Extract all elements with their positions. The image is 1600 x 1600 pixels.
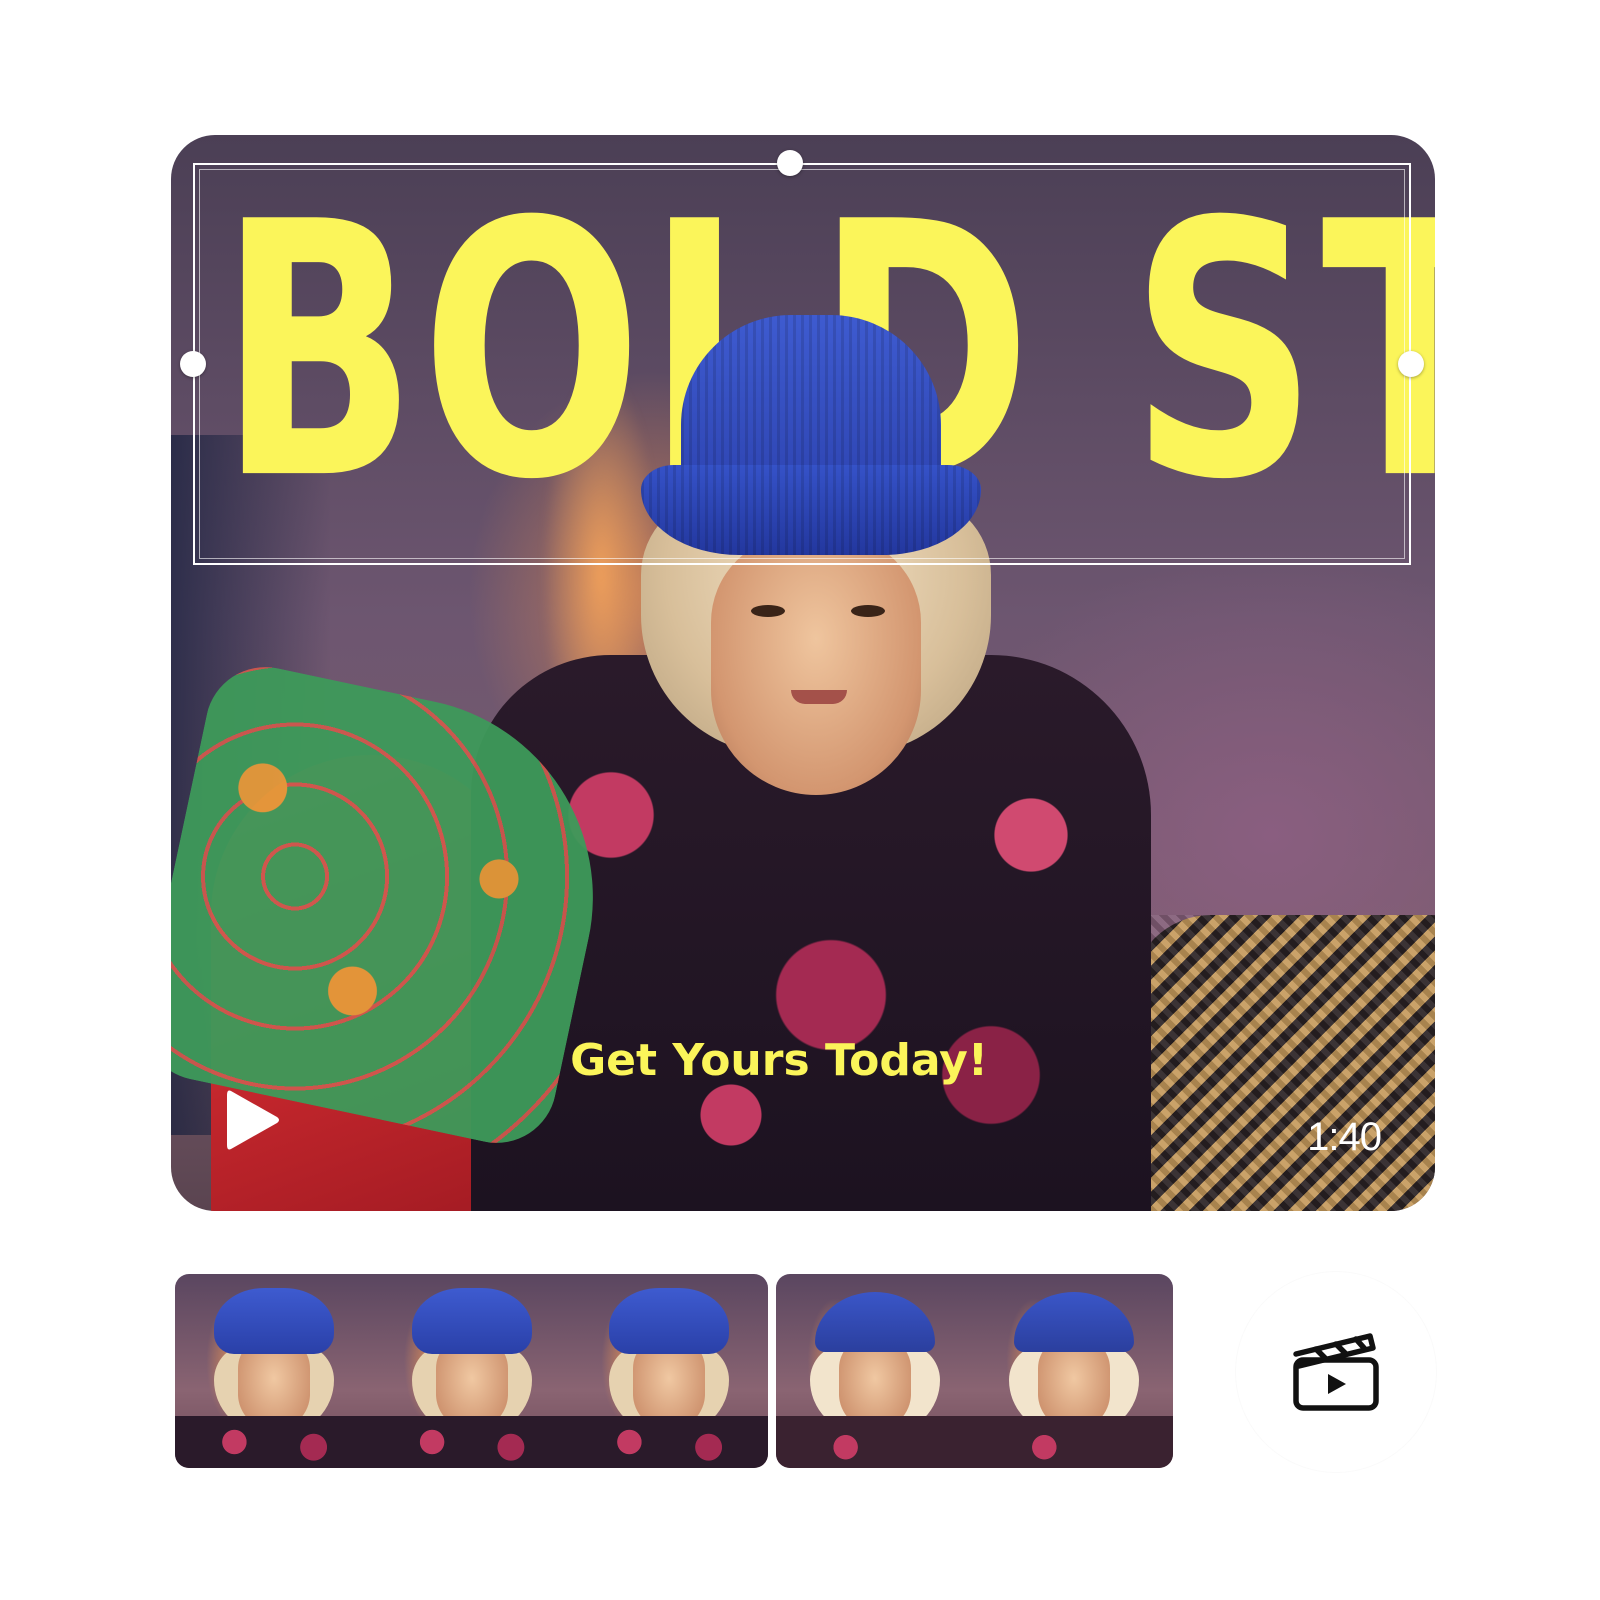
- resize-handle-left[interactable]: [180, 351, 206, 377]
- video-editor-canvas: BOLD STYLE Get Yours Today! 1:40: [0, 0, 1600, 1600]
- clip-thumbnail: [372, 1274, 571, 1468]
- video-preview[interactable]: BOLD STYLE Get Yours Today! 1:40: [171, 135, 1435, 1211]
- resize-handle-right[interactable]: [1398, 351, 1424, 377]
- text-selection-frame[interactable]: [193, 163, 1411, 565]
- timeline-clip-2[interactable]: [776, 1274, 1173, 1468]
- clip-thumbnail: [175, 1274, 373, 1468]
- timeline: [175, 1274, 1173, 1468]
- play-icon: [227, 1090, 279, 1150]
- clip-thumbnail: [776, 1274, 975, 1468]
- clip-thumbnail: [974, 1274, 1173, 1468]
- clip-thumbnail: [570, 1274, 768, 1468]
- play-button[interactable]: [223, 1085, 283, 1155]
- resize-handle-top[interactable]: [777, 150, 803, 176]
- caption-text[interactable]: Get Yours Today!: [171, 1035, 1411, 1086]
- mouth: [791, 690, 847, 704]
- timeline-clip-1[interactable]: [175, 1274, 768, 1468]
- duration-label: 1:40: [1307, 1115, 1382, 1159]
- add-video-clip-button[interactable]: [1236, 1272, 1436, 1472]
- video-clip-icon: [1293, 1333, 1379, 1411]
